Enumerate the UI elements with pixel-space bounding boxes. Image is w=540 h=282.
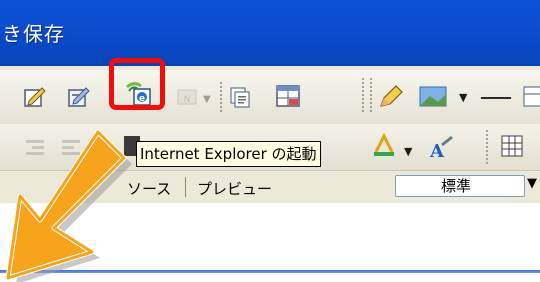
pointer-arrow-icon: [5, 129, 132, 282]
